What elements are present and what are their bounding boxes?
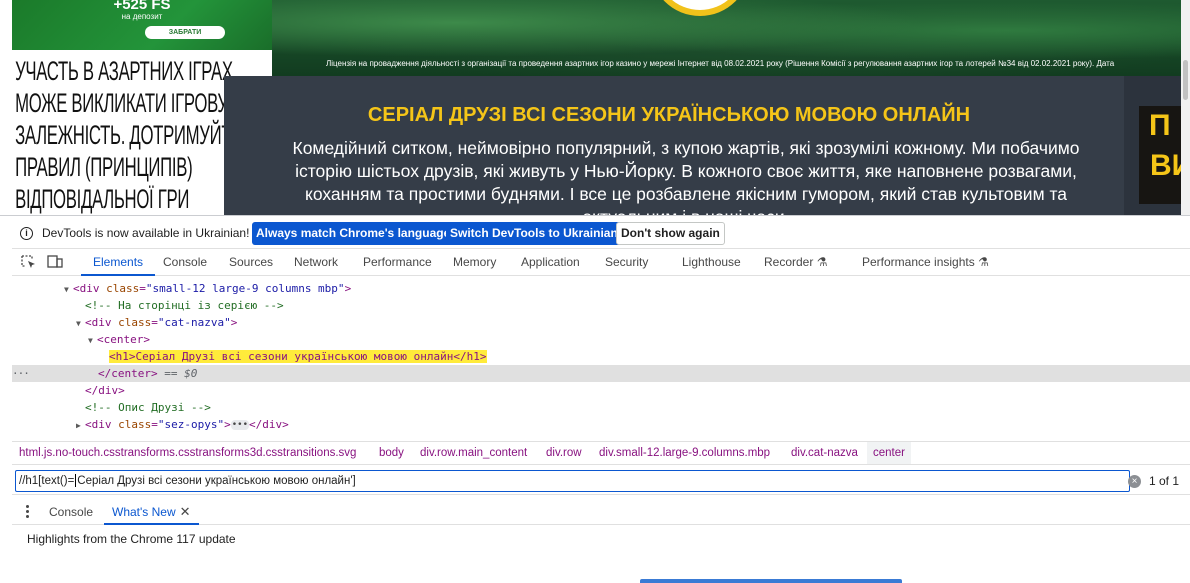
dom-node-center-close-selected[interactable]: ··· </center> == $0: [12, 365, 1190, 382]
expand-ellipsis-button[interactable]: •••: [230, 420, 249, 430]
tab-lighthouse[interactable]: Lighthouse: [682, 250, 741, 276]
breadcrumb-row[interactable]: div.row: [540, 442, 588, 464]
gambling-warning: УЧАСТЬ В АЗАРТНИХ ІГРАХ МОЖЕ ВИКЛИКАТИ І…: [12, 50, 266, 215]
breadcrumb-body[interactable]: body: [373, 442, 410, 464]
tab-sources[interactable]: Sources: [229, 250, 273, 276]
devtools: i DevTools is now available in Ukrainian…: [0, 215, 1190, 583]
promo-claim-button[interactable]: ЗАБРАТИ: [145, 26, 225, 39]
banner-logo-circle: [650, 0, 750, 16]
page-scrollbar-thumb[interactable]: [1183, 60, 1188, 100]
search-match-count: 1 of 1: [1149, 474, 1180, 488]
drawer-tab-whats-new-label: What's New: [112, 505, 176, 519]
promo-deposit-label: на депозит: [121, 12, 163, 21]
tab-performance[interactable]: Performance: [363, 250, 432, 276]
node-actions-icon[interactable]: ···: [12, 365, 30, 382]
dom-node-div-close[interactable]: </div>: [12, 382, 1190, 399]
tab-network[interactable]: Network: [294, 250, 338, 276]
match-language-button[interactable]: Always match Chrome's language: [252, 222, 455, 245]
search-highlight: <h1>Серіал Друзі всі сезони українською …: [109, 350, 487, 363]
tab-elements[interactable]: Elements: [81, 250, 156, 276]
collapse-triangle-icon[interactable]: ▼: [88, 332, 97, 349]
breadcrumb-main-content[interactable]: div.row.main_content: [414, 442, 533, 464]
infobar-message: DevTools is now available in Ukrainian!: [42, 226, 250, 240]
breadcrumb-html[interactable]: html.js.no-touch.csstransforms.csstransf…: [13, 442, 362, 464]
dom-node-center[interactable]: ▼ <center>: [12, 331, 1190, 348]
tab-recorder[interactable]: Recorder ⚗: [764, 250, 827, 276]
dom-comment-series[interactable]: <!-- На сторінці із серією -->: [12, 297, 1190, 314]
drawer-menu-icon[interactable]: [26, 505, 30, 519]
dont-show-again-button[interactable]: Don't show again: [616, 222, 725, 245]
whats-new-image[interactable]: [640, 579, 902, 583]
language-infobar: i DevTools is now available in Ukrainian…: [12, 217, 1190, 249]
page-margin: [0, 0, 12, 215]
clear-search-icon[interactable]: ×: [1128, 475, 1141, 488]
right-ad-line1: П: [1149, 109, 1171, 142]
tab-console[interactable]: Console: [163, 250, 207, 276]
tab-application[interactable]: Application: [521, 250, 580, 276]
page-scrollbar[interactable]: [1181, 0, 1190, 215]
collapse-triangle-icon[interactable]: ▼: [64, 281, 73, 298]
promo-banner[interactable]: +525 FS на депозит ЗАБРАТИ: [12, 0, 272, 50]
device-toolbar-icon[interactable]: [47, 255, 63, 269]
tab-performance-insights-label: Performance insights: [862, 255, 975, 269]
tab-memory[interactable]: Memory: [453, 250, 496, 276]
tab-security[interactable]: Security: [605, 250, 648, 276]
flask-icon: ⚗: [816, 255, 828, 269]
dom-tree: ▼ <div class="small-12 large-9 columns mb…: [12, 277, 1190, 441]
expand-triangle-icon[interactable]: ▶: [76, 417, 85, 434]
dom-search-input[interactable]: //h1[text()= Серіал Друзі всі сезони укра…: [15, 470, 1130, 492]
breadcrumb-columns[interactable]: div.small-12.large-9.columns.mbp: [593, 442, 776, 464]
series-header: СЕРІАЛ ДРУЗІ ВСІ СЕЗОНИ УКРАЇНСЬКОЮ МОВО…: [224, 76, 1124, 215]
tab-recorder-label: Recorder: [764, 255, 814, 269]
dom-comment-opys[interactable]: <!-- Опис Друзі -->: [12, 399, 1190, 416]
dom-search-bar: //h1[text()= Серіал Друзі всі сезони укра…: [12, 469, 1190, 495]
page-viewport: +525 FS на депозит ЗАБРАТИ Ліцензія на п…: [0, 0, 1190, 215]
dom-node-h1[interactable]: <h1>Серіал Друзі всі сезони українською …: [12, 348, 1190, 365]
whats-new-heading: Highlights from the Chrome 117 update: [27, 532, 236, 546]
whats-new-panel: Highlights from the Chrome 117 update: [12, 526, 1190, 583]
dom-node-div-cat-nazva[interactable]: ▼ <div class="cat-nazva">: [12, 314, 1190, 331]
devtools-tabbar: Elements Console Sources Network Perform…: [12, 250, 1190, 276]
dom-node-div-sez-opys[interactable]: ▶ <div class="sez-opys">•••</div>: [12, 416, 1190, 433]
flask-icon: ⚗: [978, 255, 989, 269]
drawer-tabbar: Console What's New ✕: [12, 499, 1190, 525]
drawer-tab-console[interactable]: Console: [49, 499, 93, 525]
tab-performance-insights[interactable]: Performance insights ⚗: [862, 250, 989, 276]
drawer-tab-whats-new[interactable]: What's New ✕: [104, 499, 199, 525]
close-icon[interactable]: ✕: [180, 504, 191, 519]
license-text: Ліцензія на провадження діяльності з орг…: [326, 59, 1115, 68]
gambling-warning-text: УЧАСТЬ В АЗАРТНИХ ІГРАХ МОЖЕ ВИКЛИКАТИ І…: [15, 56, 266, 214]
switch-language-button[interactable]: Switch DevTools to Ukrainian: [446, 222, 622, 245]
casino-banner[interactable]: Ліцензія на провадження діяльності з орг…: [272, 0, 1190, 76]
breadcrumb-center[interactable]: center: [867, 442, 911, 464]
collapse-triangle-icon[interactable]: ▼: [76, 315, 85, 332]
inspect-element-icon[interactable]: [21, 255, 37, 269]
dom-node-div-mbp[interactable]: ▼ <div class="small-12 large-9 columns mb…: [12, 280, 1190, 297]
breadcrumb-cat-nazva[interactable]: div.cat-nazva: [785, 442, 864, 464]
series-description: Комедійний ситком, неймовірно популярний…: [292, 138, 1080, 215]
page-title: СЕРІАЛ ДРУЗІ ВСІ СЕЗОНИ УКРАЇНСЬКОЮ МОВО…: [367, 104, 971, 126]
info-icon: i: [20, 227, 33, 240]
breadcrumb: html.js.no-touch.csstransforms.csstransf…: [12, 441, 1190, 465]
